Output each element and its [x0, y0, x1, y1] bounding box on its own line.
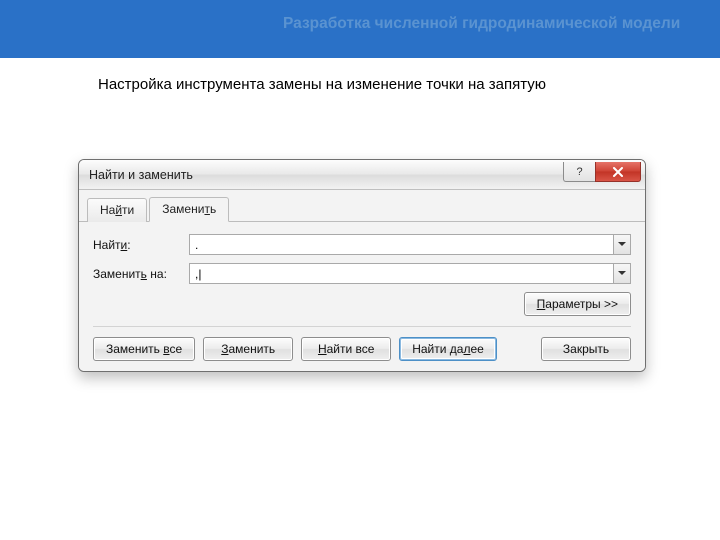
options-button-label: араметры >>	[545, 297, 618, 311]
find-label-post: :	[127, 238, 130, 252]
close-icon	[612, 167, 624, 177]
slide-subtitle: Настройка инструмента замены на изменени…	[98, 76, 720, 93]
titlebar-buttons: ?	[563, 162, 641, 182]
tab-find-label-pre: На	[100, 203, 115, 217]
slide-header-title: Разработка численной гидродинамической м…	[283, 14, 680, 35]
replace-label-pre: Заменит	[93, 267, 141, 281]
find-next-pre: Найти да	[412, 342, 463, 356]
close-button[interactable]: Закрыть	[541, 337, 631, 361]
replace-label: Заменить на:	[93, 267, 189, 281]
button-spacer	[505, 337, 533, 361]
find-all-button[interactable]: Найти все	[301, 337, 391, 361]
chevron-down-icon	[618, 242, 626, 247]
replace-button-label: аменить	[228, 342, 275, 356]
tab-row: Найти Заменить	[79, 190, 645, 222]
dialog-title-text: Найти и заменить	[89, 168, 193, 182]
replace-input[interactable]	[189, 263, 613, 284]
tab-find-label-post: ти	[122, 203, 134, 217]
find-combo	[189, 234, 631, 255]
find-row: Найти:	[93, 234, 631, 255]
dialog-titlebar[interactable]: Найти и заменить ?	[79, 160, 645, 190]
find-next-button[interactable]: Найти далее	[399, 337, 497, 361]
help-icon: ?	[576, 166, 582, 178]
find-input[interactable]	[189, 234, 613, 255]
replace-combo	[189, 263, 631, 284]
replace-all-pre: Заменить	[106, 342, 163, 356]
find-label: Найти:	[93, 238, 189, 252]
help-button[interactable]: ?	[563, 162, 595, 182]
close-button-label: Закрыть	[563, 342, 609, 356]
find-all-accel: Н	[318, 342, 327, 356]
dialog-wrapper: Найти и заменить ? Найти Заменить	[78, 159, 646, 372]
slide-header-bar: Разработка численной гидродинамической м…	[0, 0, 720, 58]
dialog-body: Найти: Заменить на:	[79, 222, 645, 371]
replace-all-button[interactable]: Заменить все	[93, 337, 195, 361]
find-replace-dialog: Найти и заменить ? Найти Заменить	[78, 159, 646, 372]
options-button[interactable]: Параметры >>	[524, 292, 631, 316]
find-label-pre: Найт	[93, 238, 121, 252]
action-button-row: Заменить все Заменить Найти все Найти да…	[93, 326, 631, 361]
find-all-label: айти все	[327, 342, 375, 356]
replace-all-post: се	[170, 342, 183, 356]
tab-replace[interactable]: Заменить	[149, 197, 229, 222]
replace-row: Заменить на:	[93, 263, 631, 284]
options-row: Параметры >>	[93, 292, 631, 316]
chevron-down-icon	[618, 271, 626, 276]
find-next-post: ее	[470, 342, 483, 356]
replace-label-post: на:	[147, 267, 167, 281]
find-dropdown-button[interactable]	[613, 234, 631, 255]
tab-replace-label-post: ь	[210, 202, 216, 216]
tab-find[interactable]: Найти	[87, 198, 147, 222]
close-window-button[interactable]	[595, 162, 641, 182]
tab-replace-label-pre: Замени	[162, 202, 204, 216]
replace-dropdown-button[interactable]	[613, 263, 631, 284]
options-button-accel: П	[537, 297, 546, 311]
replace-button[interactable]: Заменить	[203, 337, 293, 361]
